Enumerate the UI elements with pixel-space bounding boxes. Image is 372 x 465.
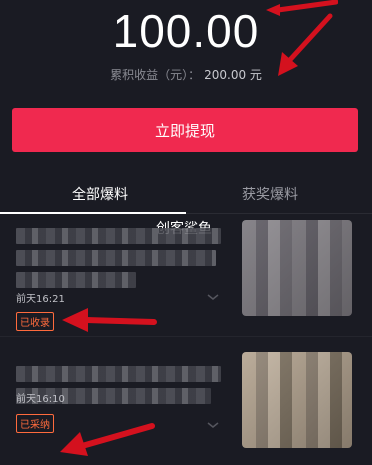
item-divider (0, 336, 372, 337)
more-icon[interactable] (206, 292, 220, 302)
more-icon[interactable] (206, 420, 220, 430)
red-arrow-icon (60, 423, 155, 456)
red-arrow-icon (62, 308, 157, 332)
tab-all-tips[interactable]: 全部爆料 (72, 184, 128, 204)
blurred-thumbnail (242, 352, 352, 448)
blurred-thumbnail (242, 220, 352, 316)
cumulative-value: 200.00 元 (204, 68, 262, 82)
status-badge: 已收录 (16, 312, 54, 331)
withdraw-button[interactable]: 立即提现 (12, 108, 358, 152)
blurred-content (16, 228, 226, 294)
tab-awarded-tips[interactable]: 获奖爆料 (242, 184, 298, 204)
status-badge: 已采纳 (16, 414, 54, 433)
active-tab-indicator (0, 212, 186, 214)
item-timestamp: 前天16:10 (16, 394, 65, 405)
tab-bar: 全部爆料 获奖爆料 (0, 172, 372, 214)
red-arrow-icon (278, 13, 333, 76)
cumulative-label: 累积收益（元）： (110, 68, 201, 82)
